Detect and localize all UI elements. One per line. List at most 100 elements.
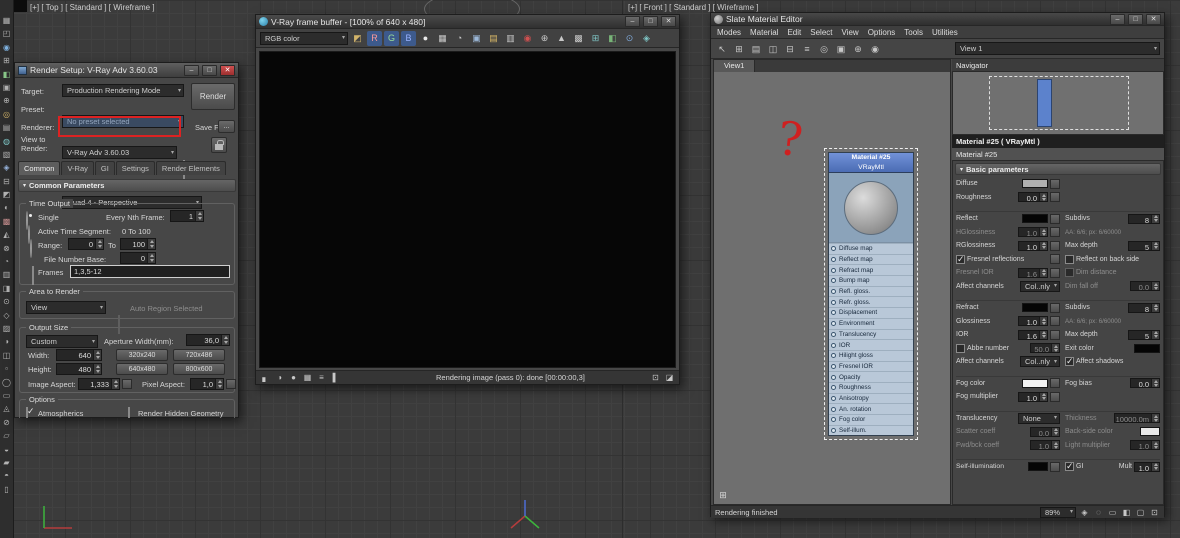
material-node-header[interactable]: Material #25 VRayMtl [829,153,913,173]
res-800x600-button[interactable]: 800x600 [173,363,225,375]
left-toolbar-icon[interactable]: ▱ [1,430,13,442]
node-slot[interactable]: Environment [829,317,913,329]
slot-connector-icon[interactable] [831,342,836,348]
slate-toolbar-icon[interactable]: ▣ [834,42,848,56]
left-toolbar-icon[interactable]: ⊟ [1,176,13,188]
hglossiness-spinner[interactable]: 1,0 [1018,227,1048,238]
slate-status-icon[interactable]: ⊡ [1149,507,1160,518]
glossiness-map-button[interactable] [1050,316,1060,327]
tab-common[interactable]: Common [18,161,61,175]
aperture-width-spinner[interactable]: 36,0 [186,334,230,346]
exit-color-swatch[interactable] [1134,343,1160,353]
fwdbck-coeff-spinner[interactable]: 1,0 [1030,440,1060,451]
vfb-minimize-icon[interactable] [625,16,640,27]
pixel-aspect-spinner[interactable]: 1,0 [190,378,224,390]
slot-connector-icon[interactable] [831,374,836,380]
vfb-status-icon[interactable]: ▌ [330,372,341,383]
max-depth-spinner[interactable]: 5 [1128,240,1160,251]
node-slot[interactable]: Self-illum. [829,424,913,436]
node-slot[interactable]: Anisotropy [829,392,913,404]
slate-toolbar-icon[interactable]: ↖ [715,42,729,56]
fog-color-swatch[interactable] [1022,378,1048,388]
dim-distance-checkbox[interactable] [1065,268,1074,278]
menu-item[interactable]: Options [868,28,896,37]
slot-connector-icon[interactable] [831,289,836,295]
vfb-toolbar-icon[interactable]: ▲ [554,31,569,46]
vfb-toolbar-icon[interactable]: ◧ [605,31,620,46]
channel-select-dropdown[interactable]: RGB color [260,31,348,45]
slot-connector-icon[interactable] [831,267,836,273]
atmospherics-checkbox[interactable] [26,407,28,418]
refract-map-button[interactable] [1050,302,1060,313]
view-select-dropdown[interactable]: View 1 [955,42,1160,55]
fog-multiplier-map-button[interactable] [1050,391,1060,402]
vfb-close-icon[interactable] [661,16,676,27]
vfb-status-icon[interactable]: ≡ [316,372,327,383]
ior-map-button[interactable] [1050,329,1060,340]
left-toolbar-icon[interactable]: ◉ [1,42,13,54]
left-toolbar-icon[interactable]: ▣ [1,82,13,94]
left-toolbar-icon[interactable]: ◎ [1,109,13,121]
self-illumination-swatch[interactable] [1028,462,1048,472]
file-number-base-spinner[interactable]: 0 [120,252,156,264]
diffuse-map-button[interactable] [1050,178,1060,189]
left-toolbar-icon[interactable]: ⊗ [1,243,13,255]
left-toolbar-icon[interactable]: ▧ [1,149,13,161]
abbe-spinner[interactable]: 50,0 [1030,343,1060,354]
navigator-view-frame[interactable] [989,76,1129,130]
slate-titlebar[interactable]: Slate Material Editor [711,13,1164,26]
maximize-icon[interactable] [202,64,217,76]
node-slot[interactable]: Refr. gloss. [829,296,913,307]
output-size-preset-dropdown[interactable]: Custom [26,335,98,348]
translucency-dropdown[interactable]: None [1018,412,1060,424]
node-slot[interactable]: Refl. gloss. [829,285,913,297]
image-aspect-lock-button[interactable] [122,379,132,389]
close-icon[interactable] [220,64,235,76]
slate-toolbar-icon[interactable]: ◫ [766,42,780,56]
vfb-status-icon[interactable]: ● [288,372,299,383]
slot-connector-icon[interactable] [831,417,836,423]
fresnel-lock-button[interactable] [1050,254,1060,265]
save-file-browse-button[interactable]: ... [218,120,235,133]
slot-connector-icon[interactable] [831,406,836,412]
vfb-corner-icon[interactable]: ⊡ [650,372,661,383]
menu-item[interactable]: View [842,28,859,37]
nth-frame-spinner[interactable]: 1 [170,210,204,222]
slate-toolbar-icon[interactable]: ⊟ [783,42,797,56]
left-toolbar-icon[interactable]: ◓ [1,470,13,482]
slate-toolbar-icon[interactable]: ▤ [749,42,763,56]
slot-connector-icon[interactable] [831,257,836,263]
vfb-toolbar-icon[interactable]: ▩ [571,31,586,46]
slate-status-icon[interactable]: ◈ [1079,507,1090,518]
left-toolbar-icon[interactable]: ▥ [1,269,13,281]
node-slot[interactable]: Opacity [829,371,913,382]
left-toolbar-icon[interactable]: ▫ [1,363,13,375]
render-setup-titlebar[interactable]: Render Setup: V-Ray Adv 3.60.03 [15,63,238,78]
slot-connector-icon[interactable] [831,428,836,434]
node-slot[interactable]: An. rotation [829,403,913,414]
fog-bias-spinner[interactable]: 0,0 [1130,378,1160,389]
vfb-toolbar-icon[interactable]: ▦ [435,31,450,46]
node-slot[interactable]: Fog color [829,414,913,425]
vfb-titlebar[interactable]: V-Ray frame buffer - [100% of 640 x 480] [256,15,679,29]
menu-item[interactable]: Select [810,28,832,37]
slate-status-icon[interactable]: ▭ [1107,507,1118,518]
range-radio[interactable] [30,239,32,258]
res-720x486-button[interactable]: 720x486 [173,349,225,361]
node-slot[interactable]: Translucency [829,328,913,340]
slot-connector-icon[interactable] [831,353,836,359]
node-slot[interactable]: Bump map [829,275,913,286]
slate-close-icon[interactable] [1146,13,1161,25]
slot-connector-icon[interactable] [831,310,836,316]
left-toolbar-icon[interactable]: ◧ [1,69,13,81]
slate-toolbar-icon[interactable]: ⊞ [732,42,746,56]
left-toolbar-icon[interactable]: ◇ [1,310,13,322]
common-parameters-rollout[interactable]: Common Parameters [18,179,236,192]
tab-settings[interactable]: Settings [115,161,155,175]
range-to-spinner[interactable]: 100 [120,238,156,250]
left-toolbar-icon[interactable]: ▤ [1,122,13,134]
left-toolbar-icon[interactable]: ◭ [1,229,13,241]
vfb-toolbar-icon[interactable]: G [384,30,399,46]
vfb-toolbar-icon[interactable]: ◈ [639,31,654,46]
zoom-dropdown[interactable]: 89% [1040,506,1076,518]
